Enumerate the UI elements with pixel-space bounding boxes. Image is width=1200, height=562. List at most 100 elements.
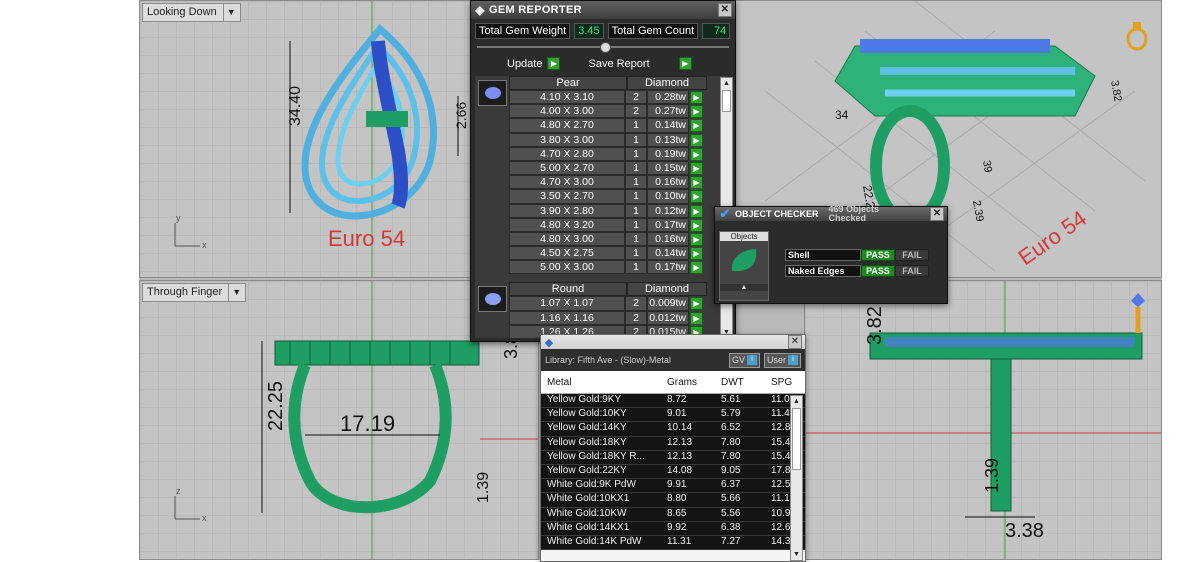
scroll-up-icon[interactable]: ▲ [721,78,732,89]
fail-button[interactable]: FAIL [895,249,929,261]
select-gem-icon[interactable]: ▶ [690,311,703,325]
select-gem-icon[interactable]: ▶ [690,190,703,204]
col-grams[interactable]: Grams [661,377,715,388]
total-weight-label: Total Gem Weight [475,23,571,39]
save-report-button[interactable]: Save Report ▶ [588,57,692,70]
play-icon[interactable]: ▶ [547,57,561,70]
col-metal[interactable]: Metal [541,377,661,388]
pass-button[interactable]: PASS [861,249,895,261]
gem-row[interactable]: 4.70 X 3.00 1 0.16tw ▶ [475,175,727,190]
metal-grams: 9.92 [667,521,687,533]
chevron-down-icon[interactable]: ▼ [222,4,236,21]
metal-name: White Gold:9K PdW [547,479,636,491]
select-gem-icon[interactable]: ▶ [690,119,703,133]
metal-row[interactable]: Yellow Gold:18KY 12.13 7.80 15.41 [541,436,805,451]
metal-row[interactable]: Yellow Gold:10KY 9.01 5.79 11.45 [541,408,805,423]
gem-row[interactable]: 4.80 X 2.70 1 0.14tw ▶ [475,118,727,133]
metal-row[interactable]: Yellow Gold:14KY 10.14 6.52 12.88 [541,422,805,437]
gem-row[interactable]: 1.07 X 1.07 2 0.009tw ▶ [475,296,727,311]
user-toggle[interactable]: User i [763,352,801,368]
gem-row[interactable]: 4.80 X 3.00 1 0.16tw ▶ [475,231,727,247]
gv-toggle[interactable]: GV i [728,352,760,368]
close-icon[interactable]: ✕ [788,335,802,349]
row-spacer [475,246,509,260]
select-gem-icon[interactable]: ▶ [690,218,703,232]
gem-row[interactable]: 1.16 X 1.16 2 0.012tw ▶ [475,310,727,325]
gem-row[interactable]: 5.00 X 3.00 1 0.17tw ▶ [475,260,727,275]
scroll-up-icon[interactable]: ▲ [791,396,802,407]
metal-row[interactable]: White Gold:9K PdW 9.91 6.37 12.59 [541,479,805,494]
col-spg[interactable]: SPG [765,377,801,388]
scroll-thumb[interactable] [792,408,801,470]
gem-row[interactable]: 4.50 X 2.75 1 0.14tw ▶ [475,246,727,261]
gem-row[interactable]: 4.10 X 3.10 2 0.28tw ▶ [475,90,727,105]
total-count-value: 74 [702,23,731,39]
gem-qty: 1 [625,160,647,176]
gem-row[interactable]: 3.50 X 2.70 1 0.10tw ▶ [475,189,727,204]
metal-name: White Gold:10KW [547,507,627,519]
metal-dwt: 5.79 [721,408,741,420]
objects-tab[interactable]: Objects ▲ [719,231,769,301]
gem-row[interactable]: 3.90 X 2.80 1 0.12tw ▶ [475,203,727,218]
scroll-down-icon[interactable]: ▼ [791,549,802,560]
expand-icon[interactable]: ▲ [720,284,768,291]
viewport-top-left[interactable]: 34.40 2.66 Euro 54 y x Looking Down ▼ [139,0,474,278]
gem-size: 4.80 X 2.70 [509,118,625,133]
select-gem-icon[interactable]: ▶ [690,91,703,104]
select-gem-icon[interactable]: ▶ [690,204,703,218]
viewport-name-button[interactable]: Looking Down ▼ [142,3,241,22]
metal-dwt: 7.80 [721,450,741,462]
gem-reporter-titlebar[interactable]: ◈ GEM REPORTER ✕ [471,1,735,19]
metal-panel-titlebar[interactable]: ◆ ✕ [541,335,805,349]
update-button[interactable]: Update ▶ [507,57,561,70]
close-icon[interactable]: ✕ [930,207,944,221]
pass-button[interactable]: PASS [861,265,895,277]
pear-gem-icon [478,80,507,106]
select-gem-icon[interactable]: ▶ [690,161,703,175]
select-gem-icon[interactable]: ▶ [690,247,703,261]
ring-size-icon[interactable] [1125,17,1149,51]
metal-row[interactable]: Yellow Gold:9KY 8.72 5.61 11.08 [541,394,805,409]
close-icon[interactable]: ✕ [718,3,732,17]
select-gem-icon[interactable]: ▶ [690,297,703,311]
metal-grams: 8.72 [667,394,687,405]
metal-grams: 11.31 [667,535,692,547]
gem-row[interactable]: 4.80 X 3.20 1 0.17tw ▶ [475,217,727,232]
gem-reporter-icon: ◈ [475,3,485,17]
select-gem-icon[interactable]: ▶ [690,133,703,147]
metal-list-scrollbar[interactable]: ▲ ▼ [790,395,803,561]
metal-row[interactable]: Yellow Gold:18KY R... 12.13 7.80 15.41 [541,450,805,465]
gem-weight: 0.27tw [647,104,689,119]
slider-knob[interactable] [600,42,611,53]
viewport-name-button[interactable]: Through Finger ▼ [142,283,247,302]
fail-button[interactable]: FAIL [895,265,929,277]
viewport-bottom-right[interactable]: 3.82 1.39 3.38 [804,280,1162,560]
gem-row[interactable]: 4.00 X 3.00 2 0.27tw ▶ [475,104,727,119]
metal-grams: 9.01 [667,408,687,420]
gem-qty: 1 [625,146,647,161]
select-gem-icon[interactable]: ▶ [690,176,703,190]
play-icon[interactable]: ▶ [678,57,692,70]
gem-row[interactable]: 5.00 X 2.70 1 0.15tw ▶ [475,160,727,176]
metal-row[interactable]: White Gold:10KW 8.65 5.56 10.99 [541,507,805,522]
gem-row[interactable]: 3.80 X 3.00 1 0.13tw ▶ [475,132,727,147]
round-section: Round Diamond 1.07 X 1.07 2 0.009tw ▶ 1.16 X… [475,282,727,338]
select-gem-icon[interactable]: ▶ [690,261,703,275]
metal-row[interactable]: Yellow Gold:22KY 14.08 9.05 17.89 [541,464,805,480]
gem-qty: 1 [625,189,647,204]
select-gem-icon[interactable]: ▶ [690,232,703,246]
gem-row[interactable]: 4.70 X 2.80 1 0.19tw ▶ [475,146,727,161]
metal-row[interactable]: White Gold:14K PdW 11.31 7.27 14.37 [541,535,805,551]
panel-slider[interactable] [477,41,729,53]
check-name: Shell [785,249,861,261]
metal-row[interactable]: White Gold:10KX1 8.80 5.66 11.18 [541,493,805,508]
col-dwt[interactable]: DWT [715,377,765,388]
metal-row[interactable]: White Gold:14KX1 9.92 6.38 12.61 [541,521,805,536]
gem-size-icon[interactable] [1129,291,1147,335]
scroll-thumb[interactable] [722,90,731,112]
metal-name: Yellow Gold:9KY [547,394,622,405]
select-gem-icon[interactable]: ▶ [690,147,703,161]
select-gem-icon[interactable]: ▶ [690,105,703,119]
chevron-down-icon[interactable]: ▼ [228,284,241,301]
object-checker-titlebar[interactable]: ✔ OBJECT CHECKER 469 Objects Checked ✕ [715,205,947,223]
